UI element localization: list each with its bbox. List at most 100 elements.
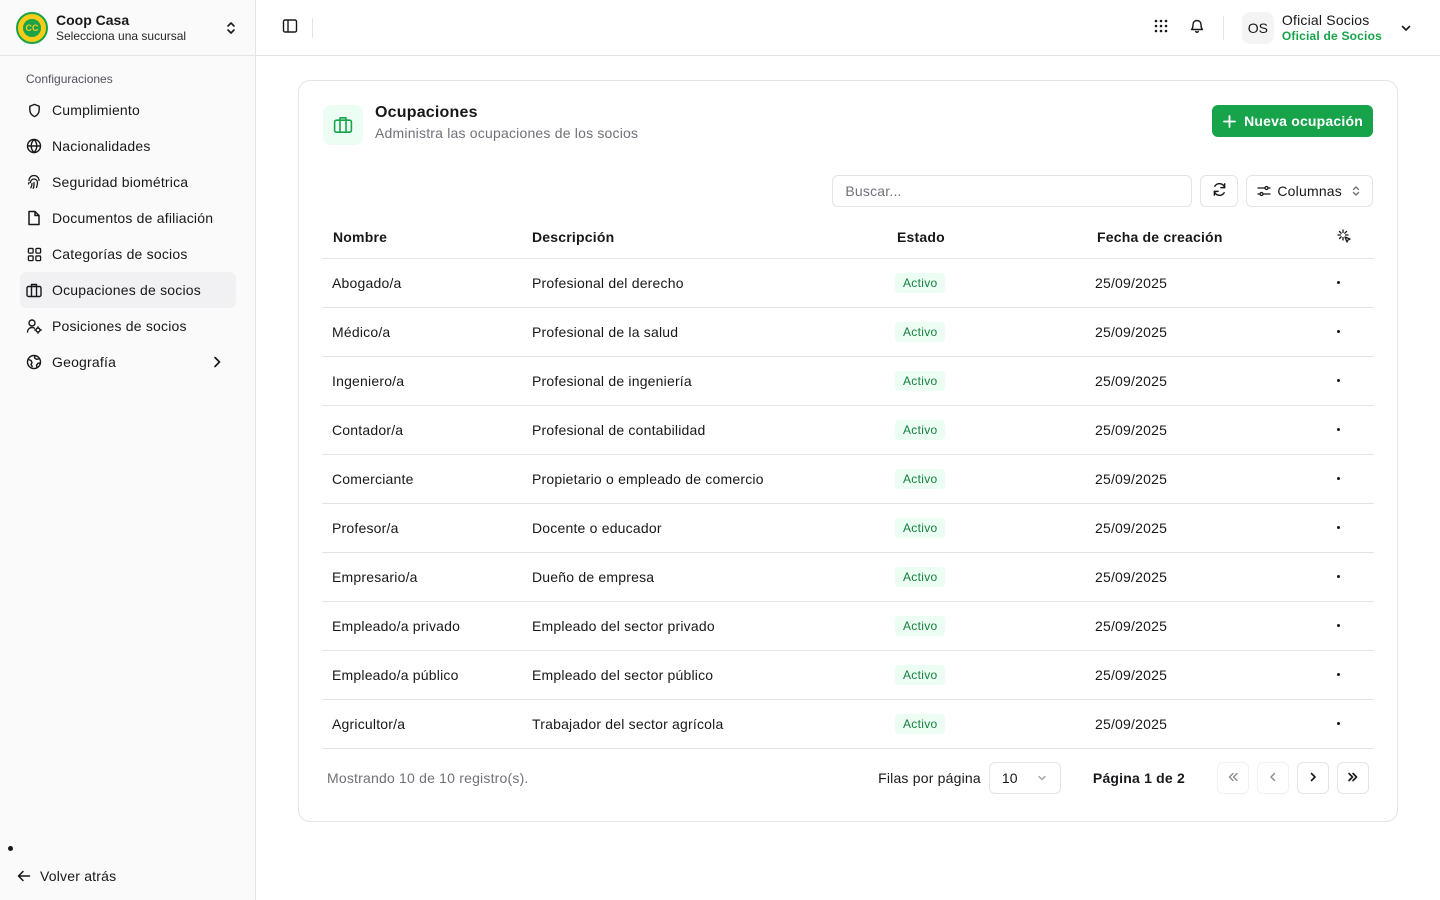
next-page-button[interactable] xyxy=(1297,762,1329,794)
chevron-down-icon xyxy=(1036,772,1048,784)
status-badge: Activo xyxy=(895,615,946,636)
nav-list: Cumplimiento Nacionalidades Seguridad bi… xyxy=(0,92,255,380)
row-actions-button[interactable] xyxy=(1337,273,1357,293)
columns-label: Columnas xyxy=(1277,183,1342,199)
back-link[interactable]: Volver atrás xyxy=(16,864,116,888)
table-toolbar: Columnas xyxy=(832,175,1373,207)
row-actions-button[interactable] xyxy=(1337,518,1357,538)
table-row[interactable]: Empleado/a público Empleado del sector pú… xyxy=(322,650,1374,700)
first-page-button[interactable] xyxy=(1217,762,1249,794)
table-row[interactable]: Profesor/a Docente o educador Activo 25/09/… xyxy=(322,503,1374,553)
cell-actions xyxy=(1325,650,1374,700)
cell-created: 25/09/2025 xyxy=(1095,454,1325,504)
row-actions-button[interactable] xyxy=(1337,714,1357,734)
cell-status: Activo xyxy=(895,503,1095,553)
user-name: Oficial Socios xyxy=(1281,11,1370,28)
table-row[interactable]: Agricultor/a Trabajador del sector agríco… xyxy=(322,699,1374,749)
sidebar-toggle-button[interactable] xyxy=(276,14,304,42)
earth-icon xyxy=(26,354,42,370)
row-actions-button[interactable] xyxy=(1337,567,1357,587)
fingerprint-icon xyxy=(26,174,42,190)
previous-page-button[interactable] xyxy=(1257,762,1289,794)
table-row[interactable]: Contador/a Profesional de contabilidad Act… xyxy=(322,405,1374,455)
table-row[interactable]: Ingeniero/a Profesional de ingeniería Acti… xyxy=(322,356,1374,406)
row-actions-button[interactable] xyxy=(1337,371,1357,391)
column-header-actions[interactable] xyxy=(1325,217,1374,259)
cell-status: Activo xyxy=(895,258,1095,308)
status-dot xyxy=(8,846,13,851)
sidebar-item-ocupaciones-socios[interactable]: Ocupaciones de socios xyxy=(20,272,236,308)
table-row[interactable]: Comerciante Propietario o empleado de com… xyxy=(322,454,1374,504)
cell-actions xyxy=(1325,699,1374,749)
cell-name: Médico/a xyxy=(322,307,532,357)
search-input[interactable] xyxy=(832,175,1193,207)
sidebar-item-label: Nacionalidades xyxy=(52,138,151,154)
new-occupation-label: Nueva ocupación xyxy=(1244,113,1363,129)
chevron-left-icon xyxy=(1267,770,1279,786)
row-actions-button[interactable] xyxy=(1337,665,1357,685)
rows-per-page-select[interactable]: 10 xyxy=(988,762,1061,794)
column-header-created[interactable]: Fecha de creación xyxy=(1095,217,1325,259)
row-actions-button[interactable] xyxy=(1337,322,1357,342)
more-horizontal-icon xyxy=(1337,526,1340,529)
table-footer: Mostrando 10 de 10 registro(s). Filas po… xyxy=(327,761,1369,795)
row-actions-button[interactable] xyxy=(1337,420,1357,440)
pagination xyxy=(1217,762,1369,794)
columns-button[interactable]: Columnas xyxy=(1246,175,1373,207)
table-row[interactable]: Abogado/a Profesional del derecho Activo 25… xyxy=(322,258,1374,308)
sidebar-item-geografia[interactable]: Geografía xyxy=(20,344,235,380)
table-row[interactable]: Empleado/a privado Empleado del sector pr… xyxy=(322,601,1374,651)
cell-status: Activo xyxy=(895,405,1095,455)
row-actions-button[interactable] xyxy=(1337,469,1357,489)
sidebar-item-label: Posiciones de socios xyxy=(52,318,187,334)
page-title: Ocupaciones xyxy=(375,104,478,121)
table-body: Abogado/a Profesional del derecho Activo 25… xyxy=(322,258,1374,749)
chevron-down-icon xyxy=(1398,20,1414,36)
sidebar-item-posiciones-socios[interactable]: Posiciones de socios xyxy=(20,308,235,344)
cell-status: Activo xyxy=(895,552,1095,602)
records-count: Mostrando 10 de 10 registro(s). xyxy=(327,770,529,786)
row-actions-button[interactable] xyxy=(1337,616,1357,636)
new-occupation-button[interactable]: Nueva ocupación xyxy=(1212,105,1373,137)
sidebar-item-label: Categorías de socios xyxy=(52,246,188,262)
notifications-button[interactable] xyxy=(1183,14,1211,42)
status-badge: Activo xyxy=(895,272,946,293)
sidebar-item-categorias-socios[interactable]: Categorías de socios xyxy=(20,236,235,272)
shield-icon xyxy=(26,102,42,118)
cell-name: Empleado/a público xyxy=(322,650,532,700)
table-row[interactable]: Empresario/a Dueño de empresa Activo 25/09/… xyxy=(322,552,1374,602)
cell-name: Comerciante xyxy=(322,454,532,504)
more-horizontal-icon xyxy=(1337,379,1340,382)
brand-title: Coop Casa xyxy=(56,11,130,28)
sidebar: CC Coop Casa Selecciona una sucursal Con… xyxy=(0,0,256,900)
status-badge: Activo xyxy=(895,517,946,538)
column-header-description[interactable]: Descripción xyxy=(532,217,895,259)
apps-button[interactable] xyxy=(1147,14,1175,42)
status-badge: Activo xyxy=(895,419,946,440)
branch-switcher[interactable]: CC Coop Casa Selecciona una sucursal xyxy=(0,0,255,56)
cell-created: 25/09/2025 xyxy=(1095,699,1325,749)
cell-status: Activo xyxy=(895,307,1095,357)
avatar: OS xyxy=(1241,11,1274,44)
more-horizontal-icon xyxy=(1337,330,1340,333)
more-horizontal-icon xyxy=(1337,673,1340,676)
sidebar-item-seguridad-biometrica[interactable]: Seguridad biométrica xyxy=(20,164,235,200)
sidebar-item-nacionalidades[interactable]: Nacionalidades xyxy=(20,128,235,164)
column-header-name[interactable]: Nombre xyxy=(322,217,532,259)
cell-created: 25/09/2025 xyxy=(1095,503,1325,553)
last-page-button[interactable] xyxy=(1337,762,1369,794)
table-row[interactable]: Médico/a Profesional de la salud Activo 25/… xyxy=(322,307,1374,357)
sidebar-item-cumplimiento[interactable]: Cumplimiento xyxy=(20,92,235,128)
user-menu[interactable]: OS Oficial Socios Oficial de Socios xyxy=(1236,11,1440,44)
chevron-right-icon xyxy=(1307,770,1319,786)
cell-name: Contador/a xyxy=(322,405,532,455)
sidebar-item-documentos-afiliacion[interactable]: Documentos de afiliación xyxy=(20,200,235,236)
occupations-table: Nombre Descripción Estado Fecha de creac… xyxy=(322,217,1374,749)
cell-created: 25/09/2025 xyxy=(1095,405,1325,455)
refresh-button[interactable] xyxy=(1200,175,1239,207)
cell-created: 25/09/2025 xyxy=(1095,307,1325,357)
cell-name: Profesor/a xyxy=(322,503,532,553)
header-divider xyxy=(1222,15,1224,40)
occupations-card: Ocupaciones Administra las ocupaciones d… xyxy=(298,80,1398,822)
column-header-status[interactable]: Estado xyxy=(895,217,1095,259)
